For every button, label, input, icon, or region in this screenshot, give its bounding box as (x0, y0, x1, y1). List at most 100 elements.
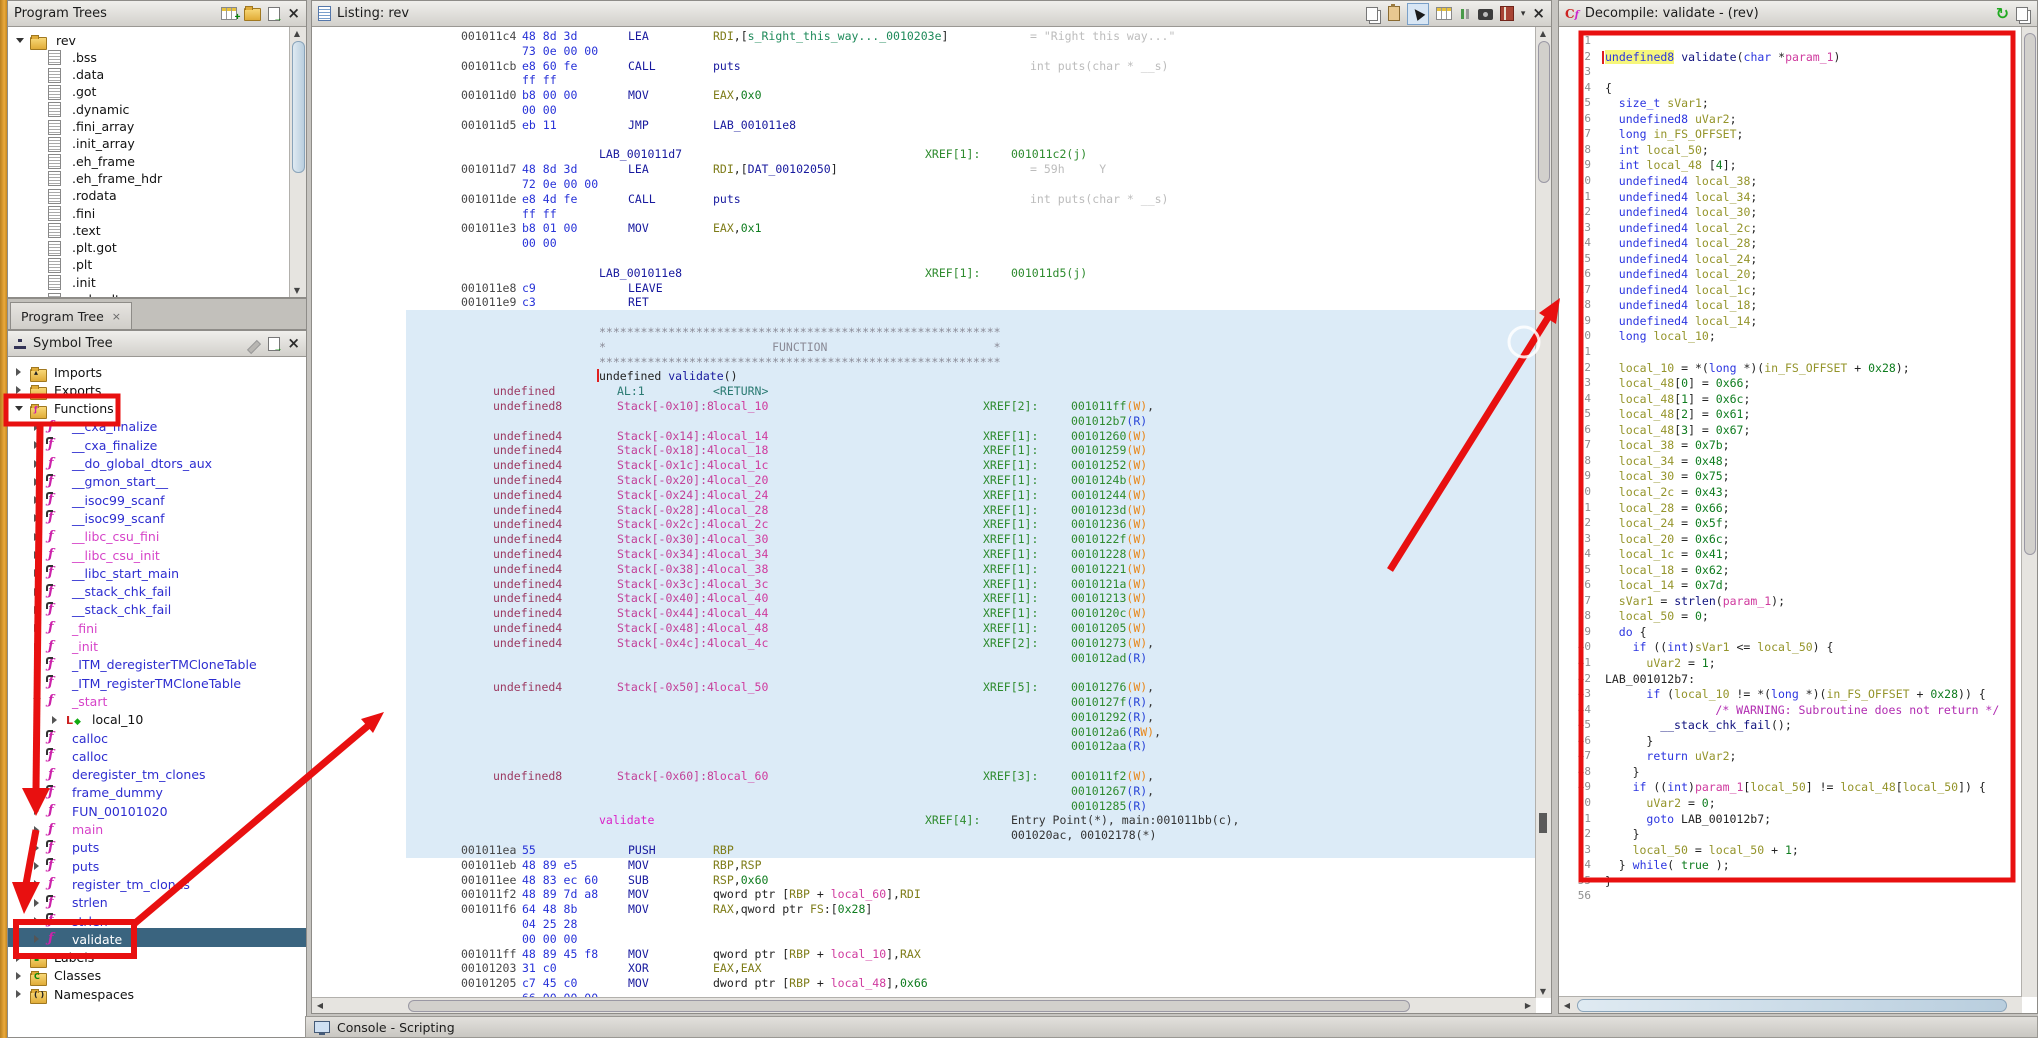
listing-line[interactable]: ff ff (312, 207, 1520, 222)
listing-line[interactable]: 001012aa(R) (312, 739, 1520, 754)
decompiler-line[interactable]: 4{ (1559, 81, 2006, 96)
listing-line[interactable]: validateXREF[4]:Entry Point(*), main:001… (312, 813, 1520, 828)
decompiler-line[interactable]: 1 (1559, 34, 2006, 49)
expand-icon[interactable] (16, 368, 21, 376)
listing-line[interactable]: undefined4Stack[-0x24]:4local_24XREF[1]:… (312, 488, 1520, 503)
decompiler-line[interactable]: 28local_34 = 0x48; (1559, 454, 2006, 469)
listing-line[interactable]: undefined4Stack[-0x44]:4local_44XREF[1]:… (312, 606, 1520, 621)
decompiler-line[interactable]: 15undefined4 local_24; (1559, 252, 2006, 267)
listing-line[interactable]: undefined4Stack[-0x30]:4local_30XREF[1]:… (312, 532, 1520, 547)
decompiler-header[interactable]: Cf Decompile: validate - (rev) ↻ (1559, 1, 2037, 27)
expand-icon[interactable] (34, 844, 39, 852)
decompiler-line[interactable]: 11undefined4 local_34; (1559, 190, 2006, 205)
listing-line[interactable]: 00 00 (312, 236, 1520, 251)
listing-line[interactable]: 00 00 (312, 103, 1520, 118)
decompiler-line[interactable]: 46} (1559, 734, 2006, 749)
decompiler-line[interactable]: 19undefined4 local_14; (1559, 314, 2006, 329)
symbol-tree-header[interactable]: Symbol Tree × (8, 331, 306, 357)
decompiler-line[interactable]: 10undefined4 local_38; (1559, 174, 2006, 189)
listing-line[interactable]: undefined4Stack[-0x4c]:4local_4cXREF[2]:… (312, 636, 1520, 651)
listing-line[interactable]: undefined4Stack[-0x18]:4local_18XREF[1]:… (312, 443, 1520, 458)
decompiler-line[interactable]: 9int local_48 [4]; (1559, 158, 2006, 173)
listing-vscrollbar[interactable]: ▲ ▼ (1535, 27, 1551, 998)
decompiler-line[interactable]: 22local_10 = *(long *)(in_FS_OFFSET + 0x… (1559, 361, 2006, 376)
listing-line[interactable]: 001011f248 89 7d a8MOVqword ptr [RBP + l… (312, 887, 1520, 902)
listing-line[interactable]: 00101205c7 45 c0MOVdword ptr [RBP + loca… (312, 976, 1520, 991)
listing-line[interactable]: * FUNCTION * (312, 340, 1520, 355)
decompiler-line[interactable]: 40if ((int)sVar1 <= local_50) { (1559, 640, 2006, 655)
decompiler-line[interactable]: 45__stack_chk_fail(); (1559, 718, 2006, 733)
listing-line[interactable]: 001011dee8 4d feCALLputsint puts(char * … (312, 192, 1520, 207)
camera-icon[interactable] (1478, 9, 1493, 20)
decompiler-line[interactable]: 18undefined4 local_18; (1559, 298, 2006, 313)
listing-line[interactable] (312, 133, 1520, 148)
listing-line[interactable] (312, 310, 1520, 325)
decompiler-line[interactable]: 23local_48[0] = 0x66; (1559, 376, 2006, 391)
listing-line[interactable]: 0010120331 c0XOREAX,EAX (312, 961, 1520, 976)
listing-line[interactable]: 00101285(R) (312, 799, 1520, 814)
listing-line[interactable]: 001012a6(RW), (312, 725, 1520, 740)
decompiler-line[interactable]: 35local_18 = 0x62; (1559, 563, 2006, 578)
expand-icon[interactable] (34, 588, 39, 596)
copy-icon[interactable] (2016, 7, 2028, 21)
listing-line[interactable]: 001012b7(R) (312, 414, 1520, 429)
decompiler-line[interactable]: 12undefined4 local_30; (1559, 205, 2006, 220)
decompiler-line[interactable]: 52} (1559, 827, 2006, 842)
refresh-icon[interactable]: ↻ (1996, 6, 2009, 22)
console-bar[interactable]: Console - Scripting (305, 1016, 2038, 1038)
decompiler-line[interactable]: 13undefined4 local_2c; (1559, 221, 2006, 236)
listing-line[interactable]: 001011cbe8 60 feCALLputsint puts(char * … (312, 59, 1520, 74)
listing-line[interactable]: 72 0e 00 00 (312, 177, 1520, 192)
decompiler-line[interactable]: 53local_50 = local_50 + 1; (1559, 843, 2006, 858)
expand-icon[interactable] (34, 423, 39, 431)
listing-line[interactable]: undefined4Stack[-0x1c]:4local_1cXREF[1]:… (312, 458, 1520, 473)
expand-icon[interactable] (34, 771, 39, 779)
listing-line[interactable]: 0010127f(R), (312, 695, 1520, 710)
close-icon[interactable]: × (287, 6, 300, 21)
listing-line[interactable]: 73 0e 00 00 (312, 44, 1520, 59)
expand-icon[interactable] (34, 917, 39, 925)
expand-icon[interactable] (52, 716, 57, 724)
decompiler-line[interactable]: 21 (1559, 345, 2006, 360)
expand-icon[interactable] (34, 441, 39, 449)
decompiler-line[interactable]: 20long local_10; (1559, 329, 2006, 344)
listing-line[interactable]: undefined4Stack[-0x50]:4local_50XREF[5]:… (312, 680, 1520, 695)
decompiler-line[interactable]: 29local_30 = 0x75; (1559, 469, 2006, 484)
expand-icon[interactable] (16, 990, 21, 998)
listing-line[interactable]: 001011ff48 89 45 f8MOVqword ptr [RBP + l… (312, 947, 1520, 962)
expand-icon[interactable] (34, 789, 39, 797)
listing-line[interactable]: LAB_001011e8XREF[1]:001011d5(j) (312, 266, 1520, 281)
cursor-arrow-icon[interactable] (1407, 3, 1429, 25)
listing-line[interactable]: undefined4Stack[-0x38]:4local_38XREF[1]:… (312, 562, 1520, 577)
decompiler-line[interactable]: 49if ((int)param_1[local_50] != local_48… (1559, 780, 2006, 795)
expand-icon[interactable] (34, 899, 39, 907)
listing-line[interactable]: undefined8Stack[-0x10]:8local_10XREF[2]:… (312, 399, 1520, 414)
decompiler-line[interactable]: 41uVar2 = 1; (1559, 656, 2006, 671)
paste-icon[interactable] (1388, 6, 1400, 21)
listing-line[interactable]: 04 25 28 (312, 917, 1520, 932)
listing-line[interactable]: 001012ad(R) (312, 651, 1520, 666)
new-tree-icon[interactable] (221, 7, 237, 20)
listing-line[interactable]: undefined validate() (312, 369, 1520, 384)
listing-line[interactable]: 001011e9c3RET (312, 295, 1520, 310)
listing-header[interactable]: Listing: rev ▾× (312, 1, 1551, 27)
listing-line[interactable] (312, 754, 1520, 769)
expand-icon[interactable] (34, 551, 39, 559)
decompiler-vscrollbar[interactable] (2021, 27, 2037, 997)
program-tree-scrollbar[interactable]: ▲ ▼ (289, 27, 306, 297)
edit-icon[interactable] (247, 339, 261, 353)
expand-icon[interactable] (34, 606, 39, 614)
expand-icon[interactable] (34, 514, 39, 522)
listing-line[interactable]: ff ff (312, 73, 1520, 88)
expand-icon[interactable] (16, 972, 21, 980)
expand-icon[interactable] (34, 880, 39, 888)
decompiler-line[interactable]: 55} (1559, 874, 2006, 889)
expand-icon[interactable] (34, 569, 39, 577)
decompiler-line[interactable]: 6undefined8 uVar2; (1559, 112, 2006, 127)
listing-line[interactable]: undefined4Stack[-0x48]:4local_48XREF[1]:… (312, 621, 1520, 636)
decompiler-line[interactable]: 26local_48[3] = 0x67; (1559, 423, 2006, 438)
listing-line[interactable]: 001011e8c9LEAVE (312, 281, 1520, 296)
decompiler-line[interactable]: 56 (1559, 889, 2006, 904)
close-icon[interactable]: × (287, 336, 300, 351)
expand-icon[interactable] (34, 643, 39, 651)
